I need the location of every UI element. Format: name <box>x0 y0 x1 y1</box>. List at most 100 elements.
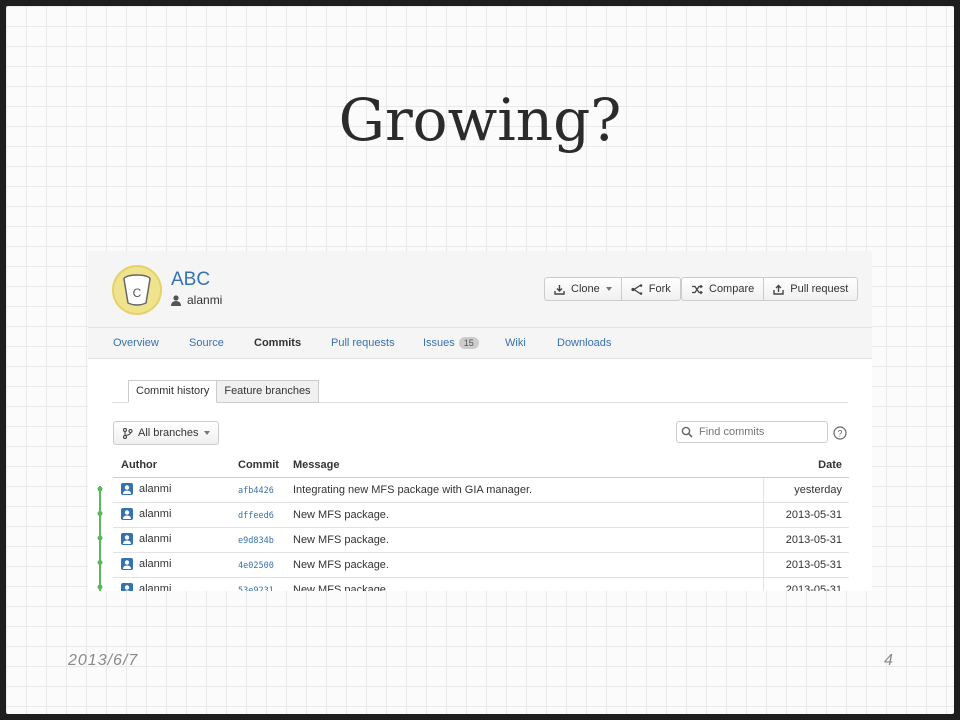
column-divider <box>763 553 764 577</box>
commit-rows: alanmi afb4426 Integrating new MFS package… <box>113 478 849 591</box>
user-avatar-icon <box>121 583 133 591</box>
search-icon <box>681 426 693 438</box>
nav-commits[interactable]: Commits <box>254 337 301 349</box>
repo-name[interactable]: ABC <box>171 269 210 291</box>
compare-label: Compare <box>709 283 755 295</box>
commit-date: 2013-05-31 <box>785 534 842 546</box>
commit-graph <box>97 486 103 591</box>
compare-pr-group: Compare Pull request <box>681 277 859 301</box>
nav-pull-requests[interactable]: Pull requests <box>331 337 395 349</box>
graph-commit-dot <box>97 584 103 590</box>
user-avatar-icon <box>121 483 133 495</box>
pull-request-button[interactable]: Pull request <box>764 277 859 301</box>
nav-issues-label: Issues <box>423 337 455 349</box>
tab-commit-history[interactable]: Commit history <box>128 380 218 403</box>
table-row[interactable]: alanmi 53e9231 New MFS package. 2013-05-31 <box>113 578 849 591</box>
header-message: Message <box>293 459 340 471</box>
repo-owner[interactable]: alanmi <box>171 293 222 307</box>
column-divider <box>763 528 764 552</box>
find-commits-input[interactable] <box>697 425 821 439</box>
graph-commit-dot <box>97 535 103 541</box>
commit-message[interactable]: New MFS package. <box>293 584 389 591</box>
table-row[interactable]: alanmi e9d834b New MFS package. 2013-05-31 <box>113 528 849 553</box>
user-avatar-icon <box>121 558 133 570</box>
clone-label: Clone <box>571 283 600 295</box>
author-name: alanmi <box>139 583 172 591</box>
user-avatar-icon <box>121 508 133 520</box>
subtabs: Commit history Feature branches <box>128 380 319 403</box>
header-date: Date <box>818 459 842 471</box>
header-author: Author <box>121 459 158 471</box>
commit-hash-link[interactable]: e9d834b <box>238 536 274 546</box>
nav-overview[interactable]: Overview <box>113 337 159 349</box>
download-icon <box>554 284 565 295</box>
fork-icon <box>631 283 643 295</box>
chevron-down-icon <box>605 287 612 291</box>
slide-page-number: 4 <box>884 652 893 669</box>
branches-label: All branches <box>138 427 199 439</box>
author-cell[interactable]: alanmi <box>121 508 171 520</box>
commit-date: 2013-05-31 <box>785 509 842 521</box>
commit-hash-link[interactable]: 53e9231 <box>238 586 274 591</box>
slide-footer-date: 2013/6/7 <box>68 652 139 669</box>
repo-avatar[interactable]: C <box>112 265 162 315</box>
tab-feature-branches[interactable]: Feature branches <box>217 380 319 403</box>
branches-dropdown[interactable]: All branches <box>113 421 219 445</box>
user-avatar-icon <box>121 533 133 545</box>
user-icon <box>171 294 181 306</box>
issues-count-badge: 15 <box>458 337 479 349</box>
commit-date: 2013-05-31 <box>785 559 842 571</box>
find-commits-search <box>676 421 828 443</box>
column-divider <box>763 478 764 502</box>
help-icon[interactable]: ? <box>833 426 847 440</box>
graph-commit-dot <box>97 560 103 565</box>
fork-label: Fork <box>648 283 671 295</box>
nav-wiki[interactable]: Wiki <box>505 337 526 349</box>
commit-hash-link[interactable]: afb4426 <box>238 486 274 496</box>
commit-hash-link[interactable]: dffeed6 <box>238 511 274 521</box>
commit-message[interactable]: New MFS package. <box>293 534 389 546</box>
commit-message[interactable]: New MFS package. <box>293 559 389 571</box>
commit-hash-link[interactable]: 4e02500 <box>238 561 274 571</box>
author-name: alanmi <box>139 533 172 545</box>
graph-commit-dot <box>97 511 103 516</box>
clone-fork-group: Clone Fork <box>544 277 681 301</box>
slide-title: Growing? <box>338 86 622 154</box>
repo-owner-name: alanmi <box>187 293 223 307</box>
nav-source[interactable]: Source <box>189 337 224 349</box>
header-commit: Commit <box>238 459 279 471</box>
author-cell[interactable]: alanmi <box>121 533 171 545</box>
bucket-icon: C <box>123 274 151 306</box>
table-row[interactable]: alanmi dffeed6 New MFS package. 2013-05-31 <box>113 503 849 528</box>
author-cell[interactable]: alanmi <box>121 558 171 570</box>
commit-date: yesterday <box>794 484 842 496</box>
author-cell[interactable]: alanmi <box>121 583 171 591</box>
pull-request-label: Pull request <box>790 283 849 295</box>
table-header: Author Commit Message Date <box>113 453 849 478</box>
chevron-down-icon <box>203 431 210 435</box>
table-row[interactable]: alanmi afb4426 Integrating new MFS package… <box>113 478 849 503</box>
repo-nav: Overview Source Commits Pull requests Is… <box>88 327 872 359</box>
shuffle-icon <box>692 284 703 294</box>
nav-issues[interactable]: Issues 15 <box>423 337 479 349</box>
fork-button[interactable]: Fork <box>621 277 681 301</box>
commit-date: 2013-05-31 <box>785 584 842 591</box>
commit-message[interactable]: New MFS package. <box>293 509 389 521</box>
clone-button[interactable]: Clone <box>544 277 622 301</box>
column-divider <box>763 503 764 527</box>
table-row[interactable]: alanmi 4e02500 New MFS package. 2013-05-31 <box>113 553 849 578</box>
author-name: alanmi <box>139 483 172 495</box>
author-name: alanmi <box>139 558 172 570</box>
upload-icon <box>773 284 784 295</box>
author-name: alanmi <box>139 508 172 520</box>
commits-table: Author Commit Message Date alanmi afb4426… <box>113 453 849 591</box>
repo-header: C ABC alanmi Clone Fork Compare Pull req… <box>88 251 872 327</box>
column-divider <box>763 578 764 591</box>
bitbucket-screenshot: C ABC alanmi Clone Fork Compare Pull req… <box>88 251 872 591</box>
nav-downloads[interactable]: Downloads <box>557 337 611 349</box>
author-cell[interactable]: alanmi <box>121 483 171 495</box>
commit-message[interactable]: Integrating new MFS package with GIA man… <box>293 484 532 496</box>
compare-button[interactable]: Compare <box>681 277 765 301</box>
avatar-letter: C <box>133 286 142 300</box>
svg-text:?: ? <box>837 429 842 439</box>
